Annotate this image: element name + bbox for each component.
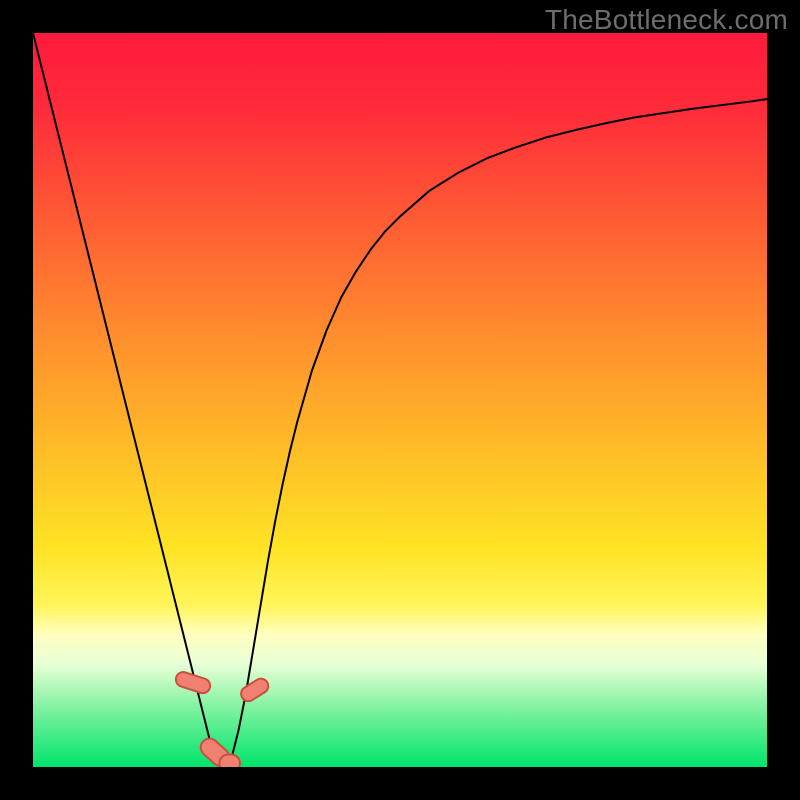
chart-svg [33, 33, 767, 767]
plot-area [33, 33, 767, 767]
watermark-text: TheBottleneck.com [545, 4, 788, 36]
chart-background [33, 33, 767, 767]
chart-frame: TheBottleneck.com [0, 0, 800, 800]
marker-2 [219, 755, 240, 767]
